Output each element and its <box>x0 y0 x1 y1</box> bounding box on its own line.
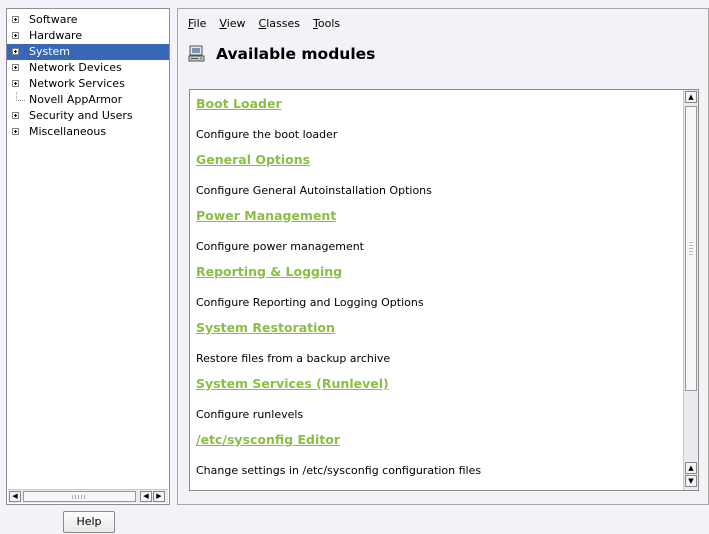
menu-mnemonic: V <box>219 17 227 30</box>
tree-horizontal-scrollbar[interactable]: ◀ ◀ ▶ <box>8 489 168 503</box>
tree-item-label: Novell AppArmor <box>29 93 123 106</box>
arrow-up-icon[interactable]: ▲ <box>685 91 697 103</box>
tree-item-label: Miscellaneous <box>29 125 107 138</box>
category-tree: Software Hardware System Network Devices… <box>6 8 170 505</box>
module-description: Configure General Autoinstallation Optio… <box>196 184 432 197</box>
expand-icon[interactable] <box>12 64 19 71</box>
help-button[interactable]: Help <box>63 511 115 533</box>
module-description: Configure Reporting and Logging Options <box>196 296 424 309</box>
scrollbar-thumb[interactable] <box>685 106 697 391</box>
menu-file[interactable]: File <box>188 16 206 32</box>
expand-icon[interactable] <box>12 16 19 23</box>
expand-icon[interactable] <box>12 112 19 119</box>
menu-label-rest: ools <box>317 17 341 30</box>
tree-item-novell-apparmor[interactable]: Novell AppArmor <box>7 92 169 108</box>
tree-item-miscellaneous[interactable]: Miscellaneous <box>7 124 169 140</box>
modules-vertical-scrollbar[interactable]: ▲ ▲ ▼ <box>683 90 698 490</box>
tree-item-label: Hardware <box>29 29 83 42</box>
menu-label-rest: iew <box>226 17 246 30</box>
page-title: Available modules <box>216 45 376 63</box>
module-item: /etc/sysconfig Editor Change settings in… <box>196 430 678 486</box>
modules-list-frame: Boot Loader Configure the boot loader Ge… <box>189 89 699 491</box>
module-description: Configure power management <box>196 240 364 253</box>
module-description: Change settings in /etc/sysconfig config… <box>196 464 482 477</box>
expand-icon[interactable] <box>12 80 19 87</box>
tree-list: Software Hardware System Network Devices… <box>7 12 169 140</box>
tree-item-network-devices[interactable]: Network Devices <box>7 60 169 76</box>
menu-classes[interactable]: Classes <box>259 16 300 32</box>
expand-icon[interactable] <box>12 48 19 55</box>
menu-label-rest: lasses <box>266 17 300 30</box>
tree-item-system[interactable]: System <box>7 44 169 60</box>
module-link-general-options[interactable]: General Options <box>196 150 678 172</box>
page-header: Available modules <box>188 42 375 66</box>
arrow-down-icon[interactable]: ▼ <box>685 475 697 487</box>
arrow-left-icon[interactable]: ◀ <box>9 491 21 502</box>
module-item: Reporting & Logging Configure Reporting … <box>196 262 678 318</box>
tree-item-security-and-users[interactable]: Security and Users <box>7 108 169 124</box>
tree-item-label: Security and Users <box>29 109 133 122</box>
main-panel: File View Classes Tools Available module… <box>177 8 709 505</box>
module-link-boot-loader[interactable]: Boot Loader <box>196 94 678 116</box>
module-description: Restore files from a backup archive <box>196 352 391 365</box>
module-description: Configure the boot loader <box>196 128 338 141</box>
module-link-system-services[interactable]: System Services (Runlevel) <box>196 374 678 396</box>
tree-item-label: System <box>29 45 71 58</box>
module-item: Boot Loader Configure the boot loader <box>196 94 678 150</box>
tree-item-hardware[interactable]: Hardware <box>7 28 169 44</box>
expand-icon[interactable] <box>12 128 19 135</box>
module-item: System Services (Runlevel) Configure run… <box>196 374 678 430</box>
tree-item-label: Network Devices <box>29 61 122 74</box>
arrow-up-icon[interactable]: ▲ <box>685 462 697 474</box>
module-item: General Options Configure General Autoin… <box>196 150 678 206</box>
module-description: Configure runlevels <box>196 408 304 421</box>
tree-item-label: Software <box>29 13 78 26</box>
modules-list: Boot Loader Configure the boot loader Ge… <box>196 94 678 486</box>
arrow-left-icon[interactable]: ◀ <box>140 491 152 502</box>
menu-tools[interactable]: Tools <box>313 16 340 32</box>
module-link-reporting-logging[interactable]: Reporting & Logging <box>196 262 678 284</box>
tree-line-icon <box>16 92 25 101</box>
menu-bar: File View Classes Tools <box>188 16 340 32</box>
modules-icon <box>188 45 205 62</box>
module-link-system-restoration[interactable]: System Restoration <box>196 318 678 340</box>
module-link-power-management[interactable]: Power Management <box>196 206 678 228</box>
arrow-right-icon[interactable]: ▶ <box>153 491 165 502</box>
module-link-sysconfig-editor[interactable]: /etc/sysconfig Editor <box>196 430 678 452</box>
tree-item-software[interactable]: Software <box>7 12 169 28</box>
menu-view[interactable]: View <box>219 16 245 32</box>
module-item: System Restoration Restore files from a … <box>196 318 678 374</box>
tree-item-label: Network Services <box>29 77 125 90</box>
tree-item-network-services[interactable]: Network Services <box>7 76 169 92</box>
scrollbar-thumb[interactable] <box>23 491 136 502</box>
expand-icon[interactable] <box>12 32 19 39</box>
module-item: Power Management Configure power managem… <box>196 206 678 262</box>
menu-label-rest: ile <box>193 17 207 30</box>
